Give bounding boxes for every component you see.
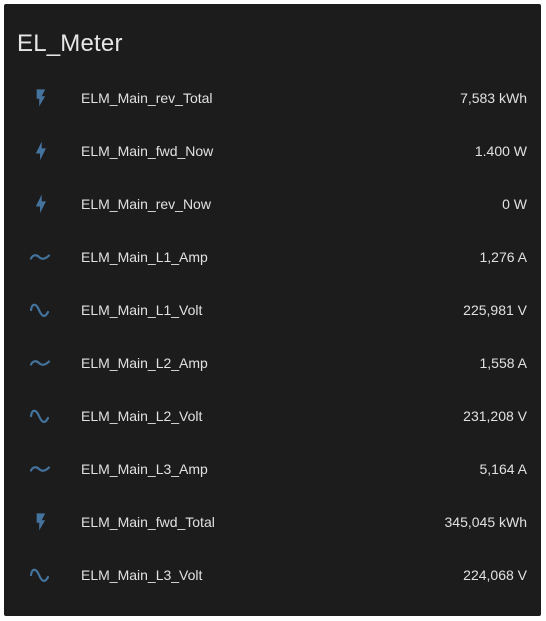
entity-row[interactable]: ELM_Main_L2_Amp 1,558 A <box>4 336 541 389</box>
entity-row[interactable]: ELM_Main_L3_Volt 224,068 V <box>4 548 541 601</box>
entities-card: EL_Meter ELM_Main_rev_Total 7,583 kWh ELM_… <box>4 4 541 616</box>
entity-row[interactable]: ELM_Main_L1_Volt 225,981 V <box>4 283 541 336</box>
entity-name: ELM_Main_fwd_Now <box>81 142 214 159</box>
entity-state-value: 345,045 kWh <box>444 513 528 530</box>
entity-name: ELM_Main_rev_Total <box>81 89 213 106</box>
entity-name: ELM_Main_rev_Now <box>81 195 211 212</box>
card-title: EL_Meter <box>17 30 123 57</box>
entity-name: ELM_Main_L2_Volt <box>81 407 203 424</box>
entity-name: ELM_Main_L1_Amp <box>81 248 208 265</box>
entity-row[interactable]: ELM_Main_L2_Volt 231,208 V <box>4 389 541 442</box>
sine-wave-icon <box>28 563 52 587</box>
current-ac-icon <box>28 351 52 375</box>
entity-name: ELM_Main_L3_Amp <box>81 460 208 477</box>
entity-state-value: 225,981 V <box>463 301 527 318</box>
entity-row[interactable]: ELM_Main_L1_Amp 1,276 A <box>4 230 541 283</box>
entity-state-value: 1.400 W <box>474 142 527 159</box>
entity-name: ELM_Main_fwd_Total <box>81 513 215 530</box>
entity-row[interactable]: ELM_Main_fwd_Total 345,045 kWh <box>4 495 541 548</box>
entity-list: ELM_Main_rev_Total 7,583 kWh ELM_Main_fwd_… <box>4 71 541 601</box>
entity-row[interactable]: ELM_Main_rev_Total 7,583 kWh <box>4 71 541 124</box>
entity-state-value: 231,208 V <box>463 407 527 424</box>
entity-name: ELM_Main_L1_Volt <box>81 301 203 318</box>
entity-row[interactable]: ELM_Main_fwd_Now 1.400 W <box>4 124 541 177</box>
entity-state-value: 224,068 V <box>463 566 527 583</box>
entity-row[interactable]: ELM_Main_rev_Now 0 W <box>4 177 541 230</box>
entity-name: ELM_Main_L2_Amp <box>81 354 208 371</box>
entity-state-value: 1,558 A <box>479 354 528 371</box>
current-ac-icon <box>28 457 52 481</box>
flash-icon <box>28 86 52 110</box>
sine-wave-icon <box>28 298 52 322</box>
entity-state-value: 1,276 A <box>479 248 528 265</box>
sine-wave-icon <box>28 404 52 428</box>
current-ac-icon <box>28 245 52 269</box>
flash-icon <box>28 510 52 534</box>
entity-state-value: 7,583 kWh <box>460 89 527 106</box>
lightning-bolt-icon <box>28 192 52 216</box>
entity-row[interactable]: ELM_Main_L3_Amp 5,164 A <box>4 442 541 495</box>
lightning-bolt-icon <box>28 139 52 163</box>
entity-state-value: 5,164 A <box>479 460 528 477</box>
entity-name: ELM_Main_L3_Volt <box>81 566 203 583</box>
entity-state-value: 0 W <box>502 195 527 212</box>
